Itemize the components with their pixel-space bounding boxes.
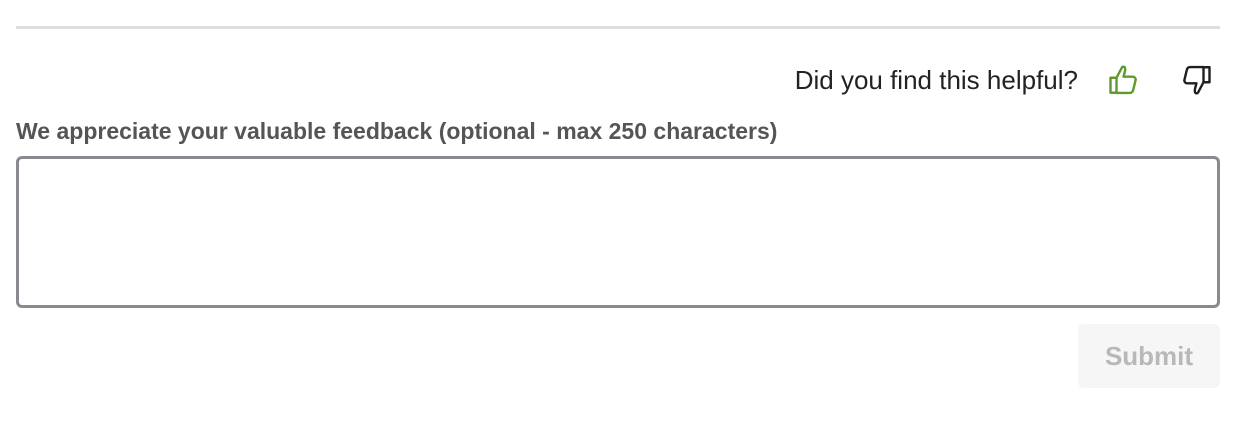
thumbs-up-button[interactable] — [1100, 58, 1148, 102]
helpful-question: Did you find this helpful? — [794, 64, 1078, 95]
helpful-prompt-row: Did you find this helpful? — [795, 58, 1220, 102]
submit-button[interactable]: Submit — [1078, 324, 1220, 388]
thumbs-down-button[interactable] — [1172, 58, 1220, 102]
feedback-label: We appreciate your valuable feedback (op… — [16, 118, 778, 144]
thumbs-down-icon — [1178, 62, 1214, 98]
section-divider — [16, 26, 1220, 29]
thumbs-up-icon — [1106, 62, 1142, 98]
feedback-textarea[interactable] — [16, 156, 1220, 308]
